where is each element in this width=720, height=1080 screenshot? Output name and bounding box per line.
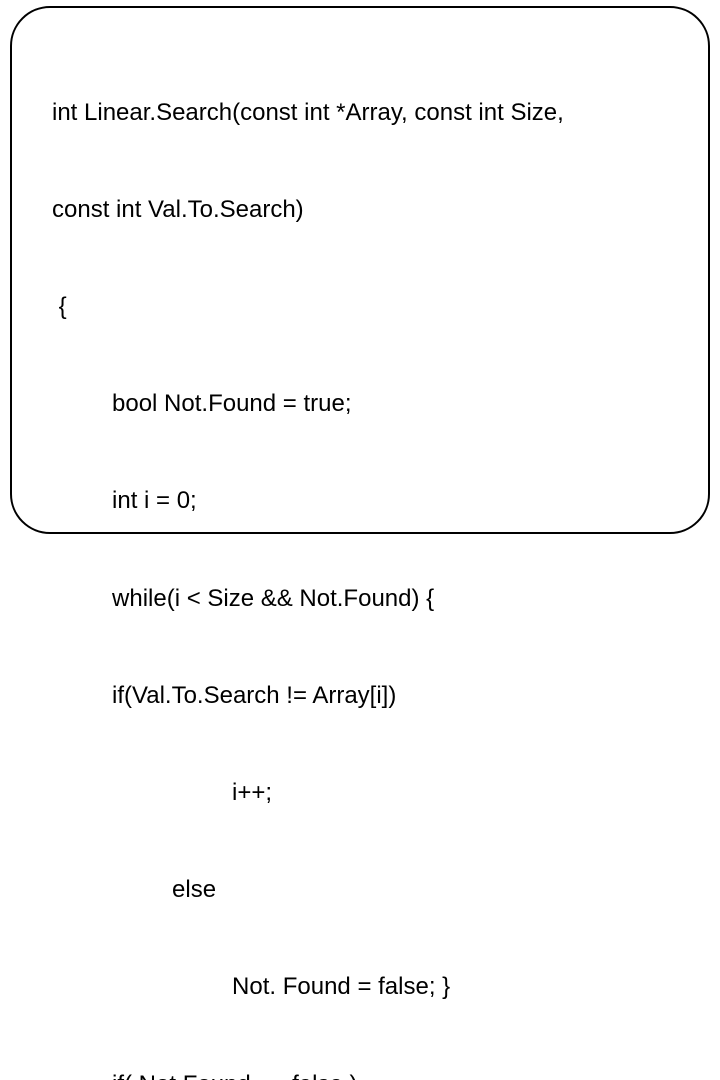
code-line: if( Not.Found == false ) [52,1069,700,1080]
code-line: i++; [52,777,700,809]
code-line: { [52,291,700,323]
code-line: if(Val.To.Search != Array[i]) [52,680,700,712]
code-line: Not. Found = false; } [52,971,700,1003]
slide-frame: int Linear.Search(const int *Array, cons… [10,6,710,534]
code-line: int i = 0; [52,485,700,517]
code-line: int Linear.Search(const int *Array, cons… [52,97,700,129]
code-line: const int Val.To.Search) [52,194,700,226]
code-block: int Linear.Search(const int *Array, cons… [52,32,700,1080]
code-line: while(i < Size && Not.Found) { [52,583,700,615]
code-line: else [52,874,700,906]
code-line: bool Not.Found = true; [52,388,700,420]
